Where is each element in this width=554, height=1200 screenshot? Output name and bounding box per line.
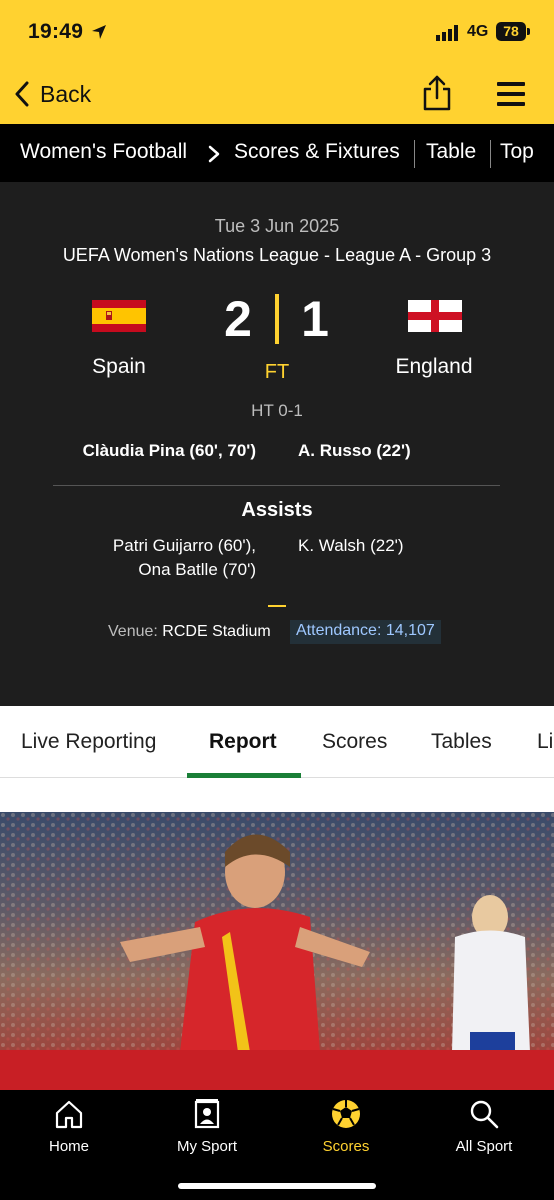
nav-all-sport-label: All Sport <box>455 1138 513 1155</box>
home-assist-line: Ona Batlle (70') <box>138 560 256 579</box>
share-icon[interactable] <box>421 74 453 112</box>
tab-more[interactable]: Li <box>537 730 553 754</box>
top-bar: 19:49 4G 78 Back <box>0 0 554 124</box>
stadium-crowd-image <box>0 812 554 1052</box>
signal-icon <box>436 25 458 41</box>
nav-scores[interactable]: Scores <box>296 1098 396 1155</box>
away-assists: K. Walsh (22') <box>298 534 404 558</box>
match-header: Tue 3 Jun 2025 UEFA Women's Nations Leag… <box>0 182 554 706</box>
away-scorers: A. Russo (22') <box>298 441 411 460</box>
breadcrumb-womens-football[interactable]: Women's Football <box>20 140 187 164</box>
report-photo[interactable] <box>0 812 554 1090</box>
spain-flag-icon <box>92 300 146 332</box>
nav-my-sport-label: My Sport <box>176 1138 237 1155</box>
status-bar: 19:49 4G 78 <box>0 0 554 66</box>
breadcrumb-table[interactable]: Table <box>426 140 476 164</box>
breadcrumb-scores-fixtures[interactable]: Scores & Fixtures <box>234 140 400 164</box>
breadcrumb-top[interactable]: Top <box>500 140 534 164</box>
my-sport-icon <box>194 1099 220 1129</box>
advertising-board <box>0 1050 554 1090</box>
attendance-badge: Attendance: 14,107 <box>290 620 441 644</box>
search-icon <box>470 1100 499 1129</box>
venue-value: RCDE Stadium <box>162 623 271 640</box>
home-indicator <box>178 1183 376 1189</box>
status-time: 19:49 <box>28 20 84 43</box>
attendance-label: Attendance: <box>296 622 382 639</box>
battery-indicator: 78 <box>496 22 526 41</box>
away-team-name[interactable]: England <box>374 355 494 379</box>
away-score: 1 <box>301 291 329 347</box>
section-divider <box>53 485 500 486</box>
match-date: Tue 3 Jun 2025 <box>214 216 340 236</box>
nav-home-label: Home <box>48 1138 89 1155</box>
venue-label: Venue: <box>108 623 158 640</box>
nav-my-sport[interactable]: My Sport <box>157 1098 257 1155</box>
accent-bar <box>268 605 286 607</box>
breadcrumb-divider <box>414 140 415 168</box>
england-flag-icon <box>408 300 462 332</box>
tab-report[interactable]: Report <box>209 730 277 754</box>
home-icon <box>55 1100 83 1129</box>
home-assists: Patri Guijarro (60'), Ona Batlle (70') <box>113 534 256 582</box>
half-time-score: HT 0-1 <box>251 401 303 420</box>
content-spacer <box>0 778 554 812</box>
competition-name[interactable]: UEFA Women's Nations League - League A -… <box>0 245 554 266</box>
home-assist-line: Patri Guijarro (60'), <box>112 536 256 555</box>
nav-all-sport[interactable]: All Sport <box>434 1098 534 1155</box>
away-assist-line: K. Walsh (22') <box>298 536 404 555</box>
assists-heading: Assists <box>241 499 313 521</box>
back-button[interactable]: Back <box>14 76 91 112</box>
breadcrumb-divider <box>490 140 491 168</box>
battery-tip <box>527 28 530 35</box>
attendance-value: 14,107 <box>385 622 435 639</box>
venue: Venue: RCDE Stadium <box>108 623 271 641</box>
match-tabs: Live Reporting Report Scores Tables Li <box>0 706 554 778</box>
tab-tables[interactable]: Tables <box>431 730 492 754</box>
home-scorers: Clàudia Pina (60', 70') <box>82 441 256 460</box>
chevron-right-icon <box>208 145 220 163</box>
location-arrow-icon <box>92 25 106 39</box>
tab-scores[interactable]: Scores <box>322 730 387 754</box>
hamburger-menu-icon[interactable] <box>497 80 525 108</box>
tab-live-reporting[interactable]: Live Reporting <box>21 730 156 754</box>
network-type: 4G <box>467 23 489 40</box>
back-label: Back <box>40 80 92 107</box>
breadcrumb: Women's Football Scores & Fixtures Table… <box>0 124 554 182</box>
football-icon <box>332 1100 360 1128</box>
chevron-left-icon <box>15 81 29 107</box>
nav-home[interactable]: Home <box>19 1098 119 1155</box>
nav-scores-label: Scores <box>322 1138 370 1155</box>
score-divider <box>275 294 279 344</box>
home-score: 2 <box>224 291 252 347</box>
